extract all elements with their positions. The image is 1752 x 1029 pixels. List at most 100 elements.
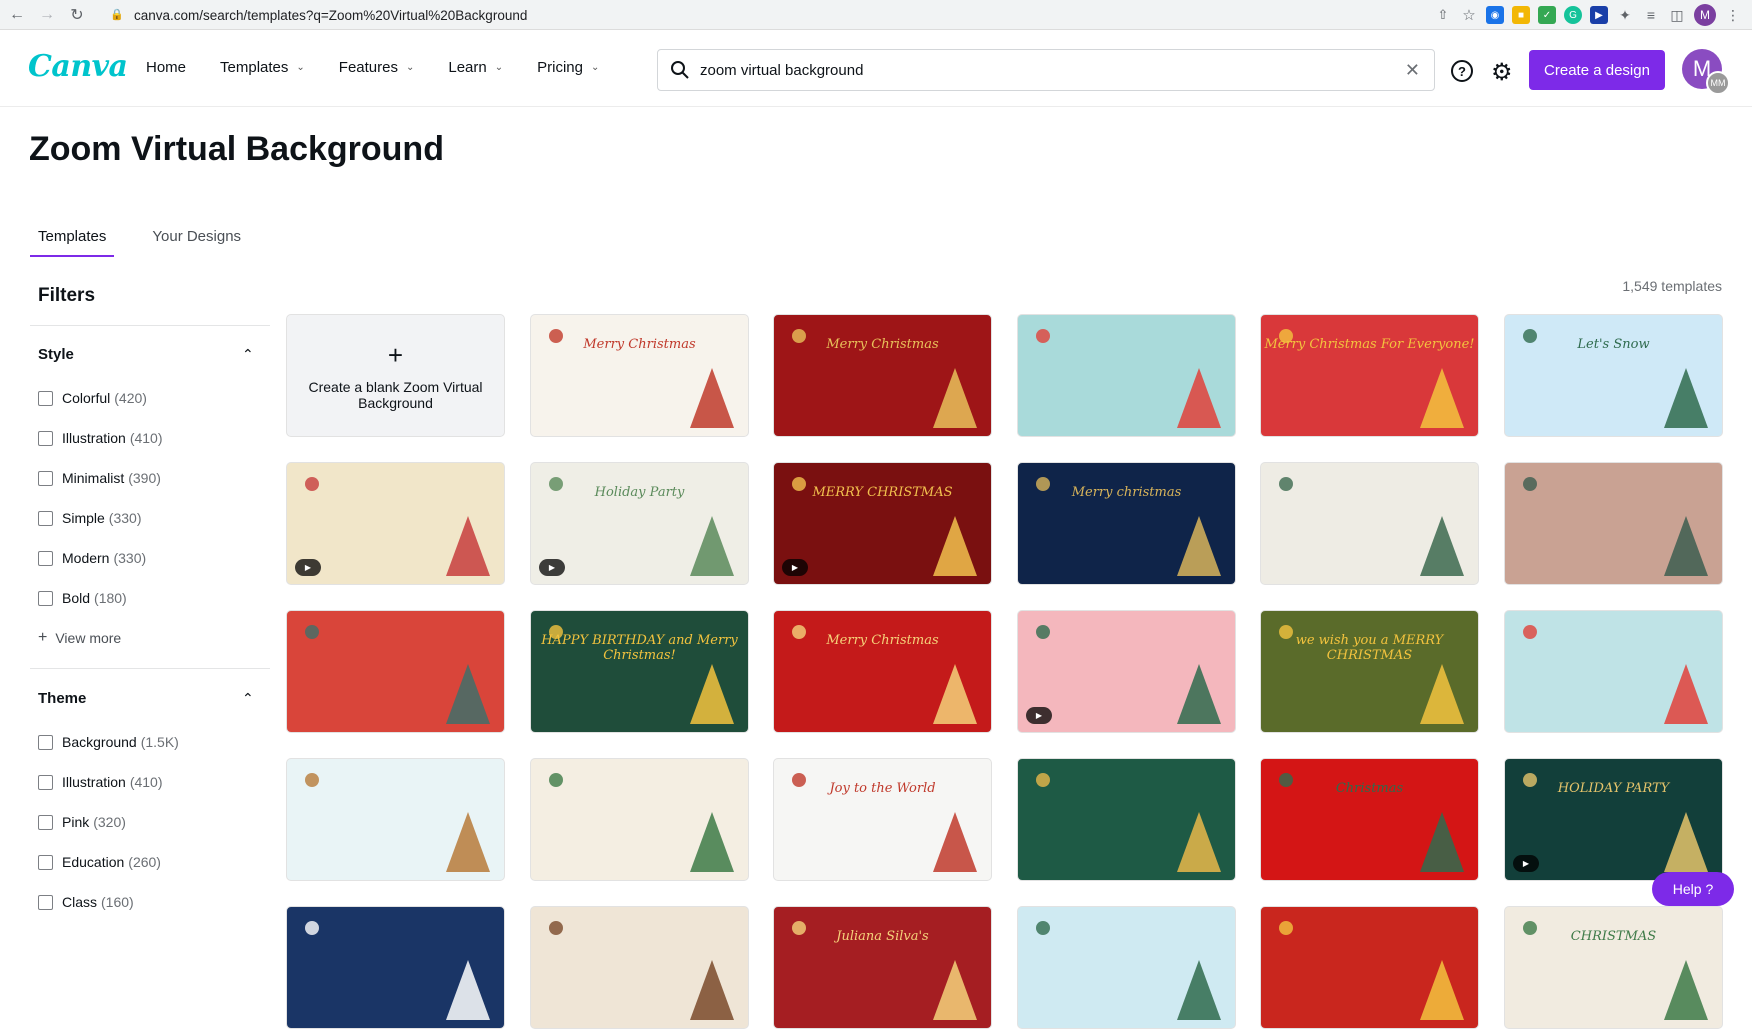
template-card-reindeer-trees[interactable] <box>530 758 749 881</box>
checkbox[interactable] <box>38 430 53 446</box>
reading-list-icon[interactable]: ≡ <box>1642 6 1660 24</box>
nav-templates[interactable]: Templates ⌄ <box>220 59 305 76</box>
template-card-merry-christmas-red-gold[interactable]: Merry Christmas <box>773 314 992 437</box>
page-title: Zoom Virtual Background <box>29 130 444 168</box>
template-card-patchwork-pattern[interactable]: ▶ <box>286 462 505 585</box>
template-card-light-blue[interactable] <box>1017 906 1236 1029</box>
checkbox[interactable] <box>38 814 53 830</box>
template-card-joy-to-the-world[interactable]: Joy to the World <box>773 758 992 881</box>
help-button[interactable]: Help ? <box>1652 872 1734 906</box>
style-section-title[interactable]: Style <box>38 346 74 363</box>
template-card-cream-pine[interactable] <box>530 906 749 1029</box>
template-card-we-wish-you-merry-christmas[interactable]: we wish you a MERRY CHRISTMAS <box>1260 610 1479 733</box>
template-card-happy-birthday-merry-christmas[interactable]: HAPPY BIRTHDAY and Merry Christmas! <box>530 610 749 733</box>
template-card-merry-christmas-holly-border[interactable]: Merry Christmas <box>530 314 749 437</box>
template-card-fireplace-room[interactable] <box>1504 462 1723 585</box>
template-card-red-banner[interactable]: Juliana Silva's <box>773 906 992 1029</box>
checkbox[interactable] <box>38 390 53 406</box>
checkbox[interactable] <box>38 470 53 486</box>
template-caption: CHRISTMAS <box>1570 929 1657 944</box>
filter-option-illustration-theme[interactable]: Illustration (410) <box>38 774 163 790</box>
template-card-merry-christmas-dark-red[interactable]: MERRY CHRISTMAS ▶ <box>773 462 992 585</box>
view-more-link[interactable]: + View more <box>38 629 121 647</box>
browser-profile-icon[interactable]: M <box>1694 4 1716 26</box>
template-card-reindeer-window[interactable] <box>286 758 505 881</box>
clear-search-icon[interactable]: ✕ <box>1405 60 1420 81</box>
template-card-red-gradient-merry-christmas[interactable]: Merry Christmas <box>773 610 992 733</box>
template-card-red-script[interactable] <box>1260 906 1479 1029</box>
gear-icon[interactable]: ⚙ <box>1491 58 1513 87</box>
grammarly-icon[interactable]: G <box>1564 6 1582 24</box>
theme-section-title[interactable]: Theme <box>38 690 86 707</box>
filter-option-class[interactable]: Class (160) <box>38 894 134 910</box>
checkbox[interactable] <box>38 590 53 606</box>
template-card-elves-teal[interactable] <box>1017 314 1236 437</box>
filter-option-illustration[interactable]: Illustration (410) <box>38 430 163 446</box>
back-icon[interactable]: ← <box>4 2 30 28</box>
template-artwork <box>774 759 991 880</box>
reload-icon[interactable]: ↻ <box>64 2 90 28</box>
extension-blue-icon[interactable]: ◉ <box>1486 6 1504 24</box>
create-blank-card[interactable]: + Create a blank Zoom Virtual Background <box>286 314 505 437</box>
filter-option-colorful[interactable]: Colorful (420) <box>38 390 147 406</box>
template-card-merry-christmas-for-everyone[interactable]: Merry Christmas For Everyone! <box>1260 314 1479 437</box>
filter-option-background[interactable]: Background (1.5K) <box>38 734 179 750</box>
filter-option-modern[interactable]: Modern (330) <box>38 550 146 566</box>
address-bar[interactable]: 🔒 canva.com/search/templates?q=Zoom%20Vi… <box>110 3 1530 27</box>
template-card-lets-snow[interactable]: Let's Snow <box>1504 314 1723 437</box>
chevron-up-icon[interactable]: ⌃ <box>242 346 254 363</box>
template-card-holiday-party-fireworks[interactable]: HOLIDAY PARTY ▶ <box>1504 758 1723 881</box>
create-design-button[interactable]: Create a design <box>1529 50 1665 90</box>
chevron-down-icon: ⌄ <box>591 62 600 73</box>
checkbox[interactable] <box>38 774 53 790</box>
template-artwork <box>1261 759 1478 880</box>
menu-dots-icon[interactable]: ⋮ <box>1724 6 1742 24</box>
checkbox[interactable] <box>38 854 53 870</box>
help-question-icon[interactable]: ? <box>1451 60 1473 82</box>
template-card-fireplace-teal[interactable] <box>1504 610 1723 733</box>
chevron-down-icon: ⌄ <box>405 62 415 73</box>
checkbox[interactable] <box>38 550 53 566</box>
checkbox[interactable] <box>38 510 53 526</box>
template-card-red-trees[interactable]: Christmas <box>1260 758 1479 881</box>
filter-option-education[interactable]: Education (260) <box>38 854 161 870</box>
filter-option-minimalist[interactable]: Minimalist (390) <box>38 470 161 486</box>
filter-option-simple[interactable]: Simple (330) <box>38 510 141 526</box>
option-label: Colorful <box>62 390 111 406</box>
template-caption: Christmas <box>1335 781 1404 796</box>
template-card-cream-christmas[interactable]: CHRISTMAS <box>1504 906 1723 1029</box>
play-icon: ▶ <box>782 559 808 576</box>
nav-pricing[interactable]: Pricing ⌄ <box>537 59 599 76</box>
share-icon[interactable]: ⇧ <box>1434 6 1452 24</box>
extension-yellow-icon[interactable]: ■ <box>1512 6 1530 24</box>
extension-arrow-icon[interactable]: ▶ <box>1590 6 1608 24</box>
nav-learn[interactable]: Learn ⌄ <box>448 59 503 76</box>
template-card-green-folk-pattern[interactable] <box>1017 758 1236 881</box>
team-avatar-badge: MM <box>1706 71 1730 95</box>
extension-green-icon[interactable]: ✓ <box>1538 6 1556 24</box>
checkbox[interactable] <box>38 734 53 750</box>
template-card-pink-pattern[interactable]: ▶ <box>1017 610 1236 733</box>
chevron-up-icon[interactable]: ⌃ <box>242 690 254 707</box>
puzzle-icon[interactable]: ✦ <box>1616 6 1634 24</box>
nav-features[interactable]: Features ⌄ <box>339 59 415 76</box>
tab-templates[interactable]: Templates <box>30 228 115 257</box>
forward-icon[interactable]: → <box>34 2 60 28</box>
sidebar-icon[interactable]: ◫ <box>1668 6 1686 24</box>
template-card-holiday-party-tree[interactable]: Holiday Party ▶ <box>530 462 749 585</box>
template-card-red-living-room[interactable] <box>286 610 505 733</box>
option-count: (330) <box>113 550 147 566</box>
nav-home[interactable]: Home <box>146 59 186 76</box>
template-artwork <box>287 907 504 1028</box>
checkbox[interactable] <box>38 894 53 910</box>
template-card-navy-snowflakes[interactable] <box>286 906 505 1029</box>
filter-option-bold[interactable]: Bold (180) <box>38 590 127 606</box>
canva-logo[interactable]: Canva <box>28 49 128 84</box>
extension-icons: ⇧ ☆ ◉ ■ ✓ G ▶ ✦ ≡ ◫ M ⋮ <box>1434 4 1742 26</box>
template-card-navy-ornaments[interactable]: Merry christmas <box>1017 462 1236 585</box>
tab-your-designs[interactable]: Your Designs <box>144 228 249 257</box>
search-input[interactable] <box>700 61 1380 79</box>
filter-option-pink[interactable]: Pink (320) <box>38 814 126 830</box>
bookmark-star-icon[interactable]: ☆ <box>1460 6 1478 24</box>
template-card-beige-cards[interactable] <box>1260 462 1479 585</box>
